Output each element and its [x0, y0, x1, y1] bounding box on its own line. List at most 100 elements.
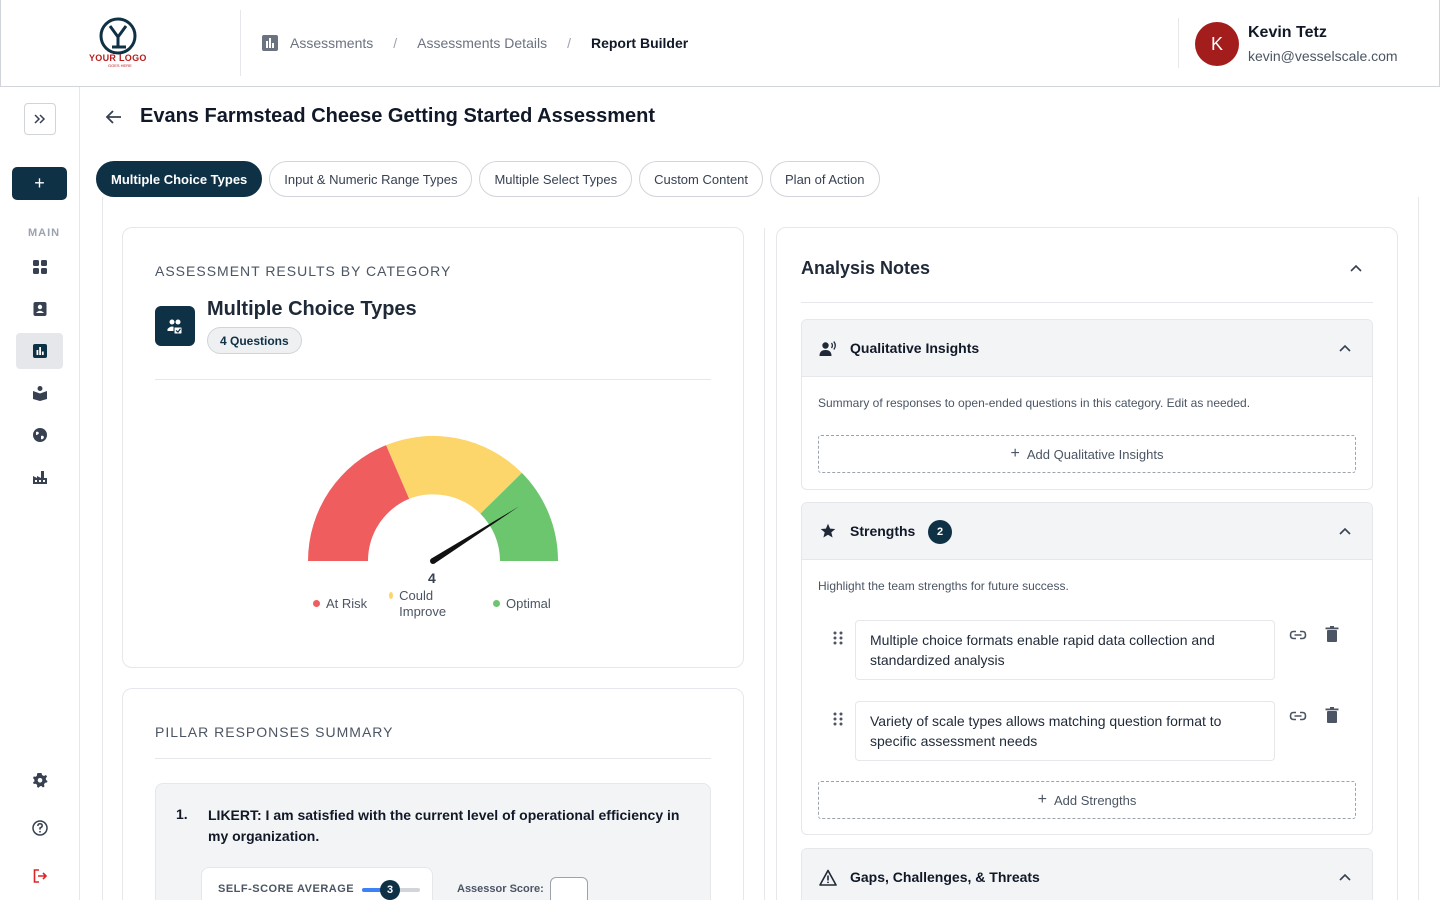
tab-multiple-choice-types[interactable]: Multiple Choice Types [96, 161, 263, 197]
sidebar-item-factory[interactable] [16, 459, 63, 495]
page-title: Evans Farmstead Cheese Getting Started A… [140, 105, 656, 127]
category-title: Multiple Choice Types [207, 298, 417, 320]
add-strengths-label: Add Strengths [1053, 792, 1137, 808]
legend-label: Optimal [506, 596, 551, 611]
expand-sidebar-button[interactable] [24, 103, 56, 135]
gaps-title: Gaps, Challenges, & Threats [850, 869, 1040, 885]
sidebar-item-globe[interactable] [16, 417, 63, 453]
settings-icon [32, 773, 47, 788]
assessor-score-input[interactable] [550, 877, 588, 900]
gaps-panel: Gaps, Challenges, & Threats [801, 848, 1373, 900]
sidebar: + MAIN [0, 87, 80, 900]
question-count-badge: 4 Questions [207, 327, 302, 354]
warning-icon [819, 869, 837, 886]
dashboard-icon [32, 260, 47, 274]
results-section-label: ASSESSMENT RESULTS BY CATEGORY [155, 263, 452, 279]
column-divider [764, 228, 765, 900]
qualitative-insights-description: Summary of responses to open-ended quest… [818, 396, 1251, 410]
strengths-title: Strengths [850, 523, 916, 539]
chevron-up-icon[interactable] [1338, 342, 1352, 356]
assessments-icon [32, 344, 47, 358]
legend-at-risk: At Risk [313, 596, 367, 611]
globe-icon [32, 428, 47, 442]
add-strengths-button[interactable]: + Add Strengths [818, 781, 1356, 819]
self-score-knob[interactable]: 3 [380, 880, 400, 900]
legend-dot-optimal [493, 600, 500, 607]
breadcrumb-separator: / [567, 35, 571, 51]
chevron-up-icon[interactable] [1338, 871, 1352, 885]
library-icon [32, 386, 47, 401]
user-divider [1178, 18, 1179, 68]
link-icon[interactable] [1289, 626, 1307, 644]
analysis-notes-title: Analysis Notes [801, 258, 931, 278]
breadcrumb-assessments[interactable]: Assessments [290, 35, 373, 51]
breadcrumb-assessment-details[interactable]: Assessments Details [417, 35, 547, 51]
self-score-label: SELF-SCORE AVERAGE [218, 883, 355, 895]
logo-text: YOUR LOGO [89, 53, 147, 63]
chevron-up-icon[interactable] [1338, 525, 1352, 539]
tab-plan-of-action[interactable]: Plan of Action [770, 161, 880, 197]
breadcrumb-report-builder: Report Builder [590, 35, 689, 51]
sidebar-item-help[interactable] [16, 810, 63, 846]
breadcrumb-separator: / [393, 35, 398, 51]
self-score-panel: SELF-SCORE AVERAGE 3 [201, 867, 433, 900]
factory-icon [32, 471, 47, 484]
question-text: LIKERT: I am satisfied with the current … [208, 807, 680, 844]
strengths-description: Highlight the team strengths for future … [818, 579, 1069, 593]
double-chevron-right-icon [34, 114, 46, 124]
link-icon[interactable] [1289, 707, 1307, 725]
user-email: kevin@vesselscale.com [1248, 48, 1398, 64]
gaps-header[interactable]: Gaps, Challenges, & Threats [802, 849, 1372, 900]
legend-could-improve: Could Improve [389, 588, 449, 620]
divider [801, 302, 1373, 303]
legend-optimal: Optimal [493, 596, 551, 611]
sidebar-item-library[interactable] [16, 375, 63, 411]
legend-dot-could-improve [389, 592, 394, 599]
trash-icon[interactable] [1323, 706, 1341, 724]
tab-custom-content[interactable]: Custom Content [639, 161, 764, 197]
chevron-up-icon[interactable] [1349, 262, 1363, 276]
tab-input-numeric-range-types[interactable]: Input & Numeric Range Types [269, 161, 473, 197]
plus-icon: + [1037, 791, 1047, 808]
add-qualitative-insights-button[interactable]: + Add Qualitative Insights [818, 435, 1356, 473]
back-arrow-icon[interactable] [104, 107, 124, 127]
gauge-value: 4 [428, 570, 436, 586]
logo[interactable]: YOUR LOGO GOES HERE [1, 0, 241, 86]
top-header: YOUR LOGO GOES HERE Assessments / Assess… [0, 0, 1440, 87]
trash-icon[interactable] [1323, 625, 1341, 643]
score-gauge [308, 435, 559, 564]
category-icon-tile [155, 306, 195, 346]
qualitative-insights-header[interactable]: Qualitative Insights [802, 320, 1372, 377]
drag-handle-icon[interactable] [832, 711, 844, 727]
logo-mark-icon [99, 17, 137, 55]
strength-item[interactable]: Variety of scale types allows matching q… [855, 701, 1275, 761]
legend-label: Could Improve [399, 588, 447, 619]
divider [155, 758, 711, 759]
question-number: 1. [176, 806, 188, 822]
avatar[interactable]: K [1195, 22, 1239, 66]
assessments-icon [262, 35, 278, 51]
logo-subtext: GOES HERE [108, 63, 132, 68]
strength-item[interactable]: Multiple choice formats enable rapid dat… [855, 620, 1275, 680]
drag-handle-icon[interactable] [832, 630, 844, 646]
strengths-header[interactable]: Strengths 2 [802, 503, 1372, 560]
add-button[interactable]: + [12, 167, 67, 200]
category-tabs: Multiple Choice Types Input & Numeric Ra… [96, 161, 880, 197]
sidebar-item-settings[interactable] [16, 762, 63, 798]
sidebar-item-assessments[interactable] [16, 333, 63, 369]
sidebar-item-dashboard[interactable] [16, 249, 63, 285]
team-icon [167, 319, 183, 335]
qualitative-insights-title: Qualitative Insights [850, 340, 980, 356]
sidebar-item-logout[interactable] [16, 858, 63, 894]
add-qualitative-insights-label: Add Qualitative Insights [1026, 446, 1164, 462]
plus-icon: + [1010, 445, 1020, 462]
legend-dot-at-risk [313, 600, 320, 607]
logout-icon [33, 869, 47, 883]
divider [155, 379, 711, 380]
sidebar-item-contacts[interactable] [16, 291, 63, 327]
qualitative-insights-panel: Qualitative Insights Summary of response… [801, 319, 1373, 490]
strengths-panel: Strengths 2 Highlight the team strengths… [801, 502, 1373, 835]
main-section-label: MAIN [28, 227, 61, 239]
assessor-score-label: Assessor Score: [457, 883, 544, 895]
tab-multiple-select-types[interactable]: Multiple Select Types [479, 161, 633, 197]
